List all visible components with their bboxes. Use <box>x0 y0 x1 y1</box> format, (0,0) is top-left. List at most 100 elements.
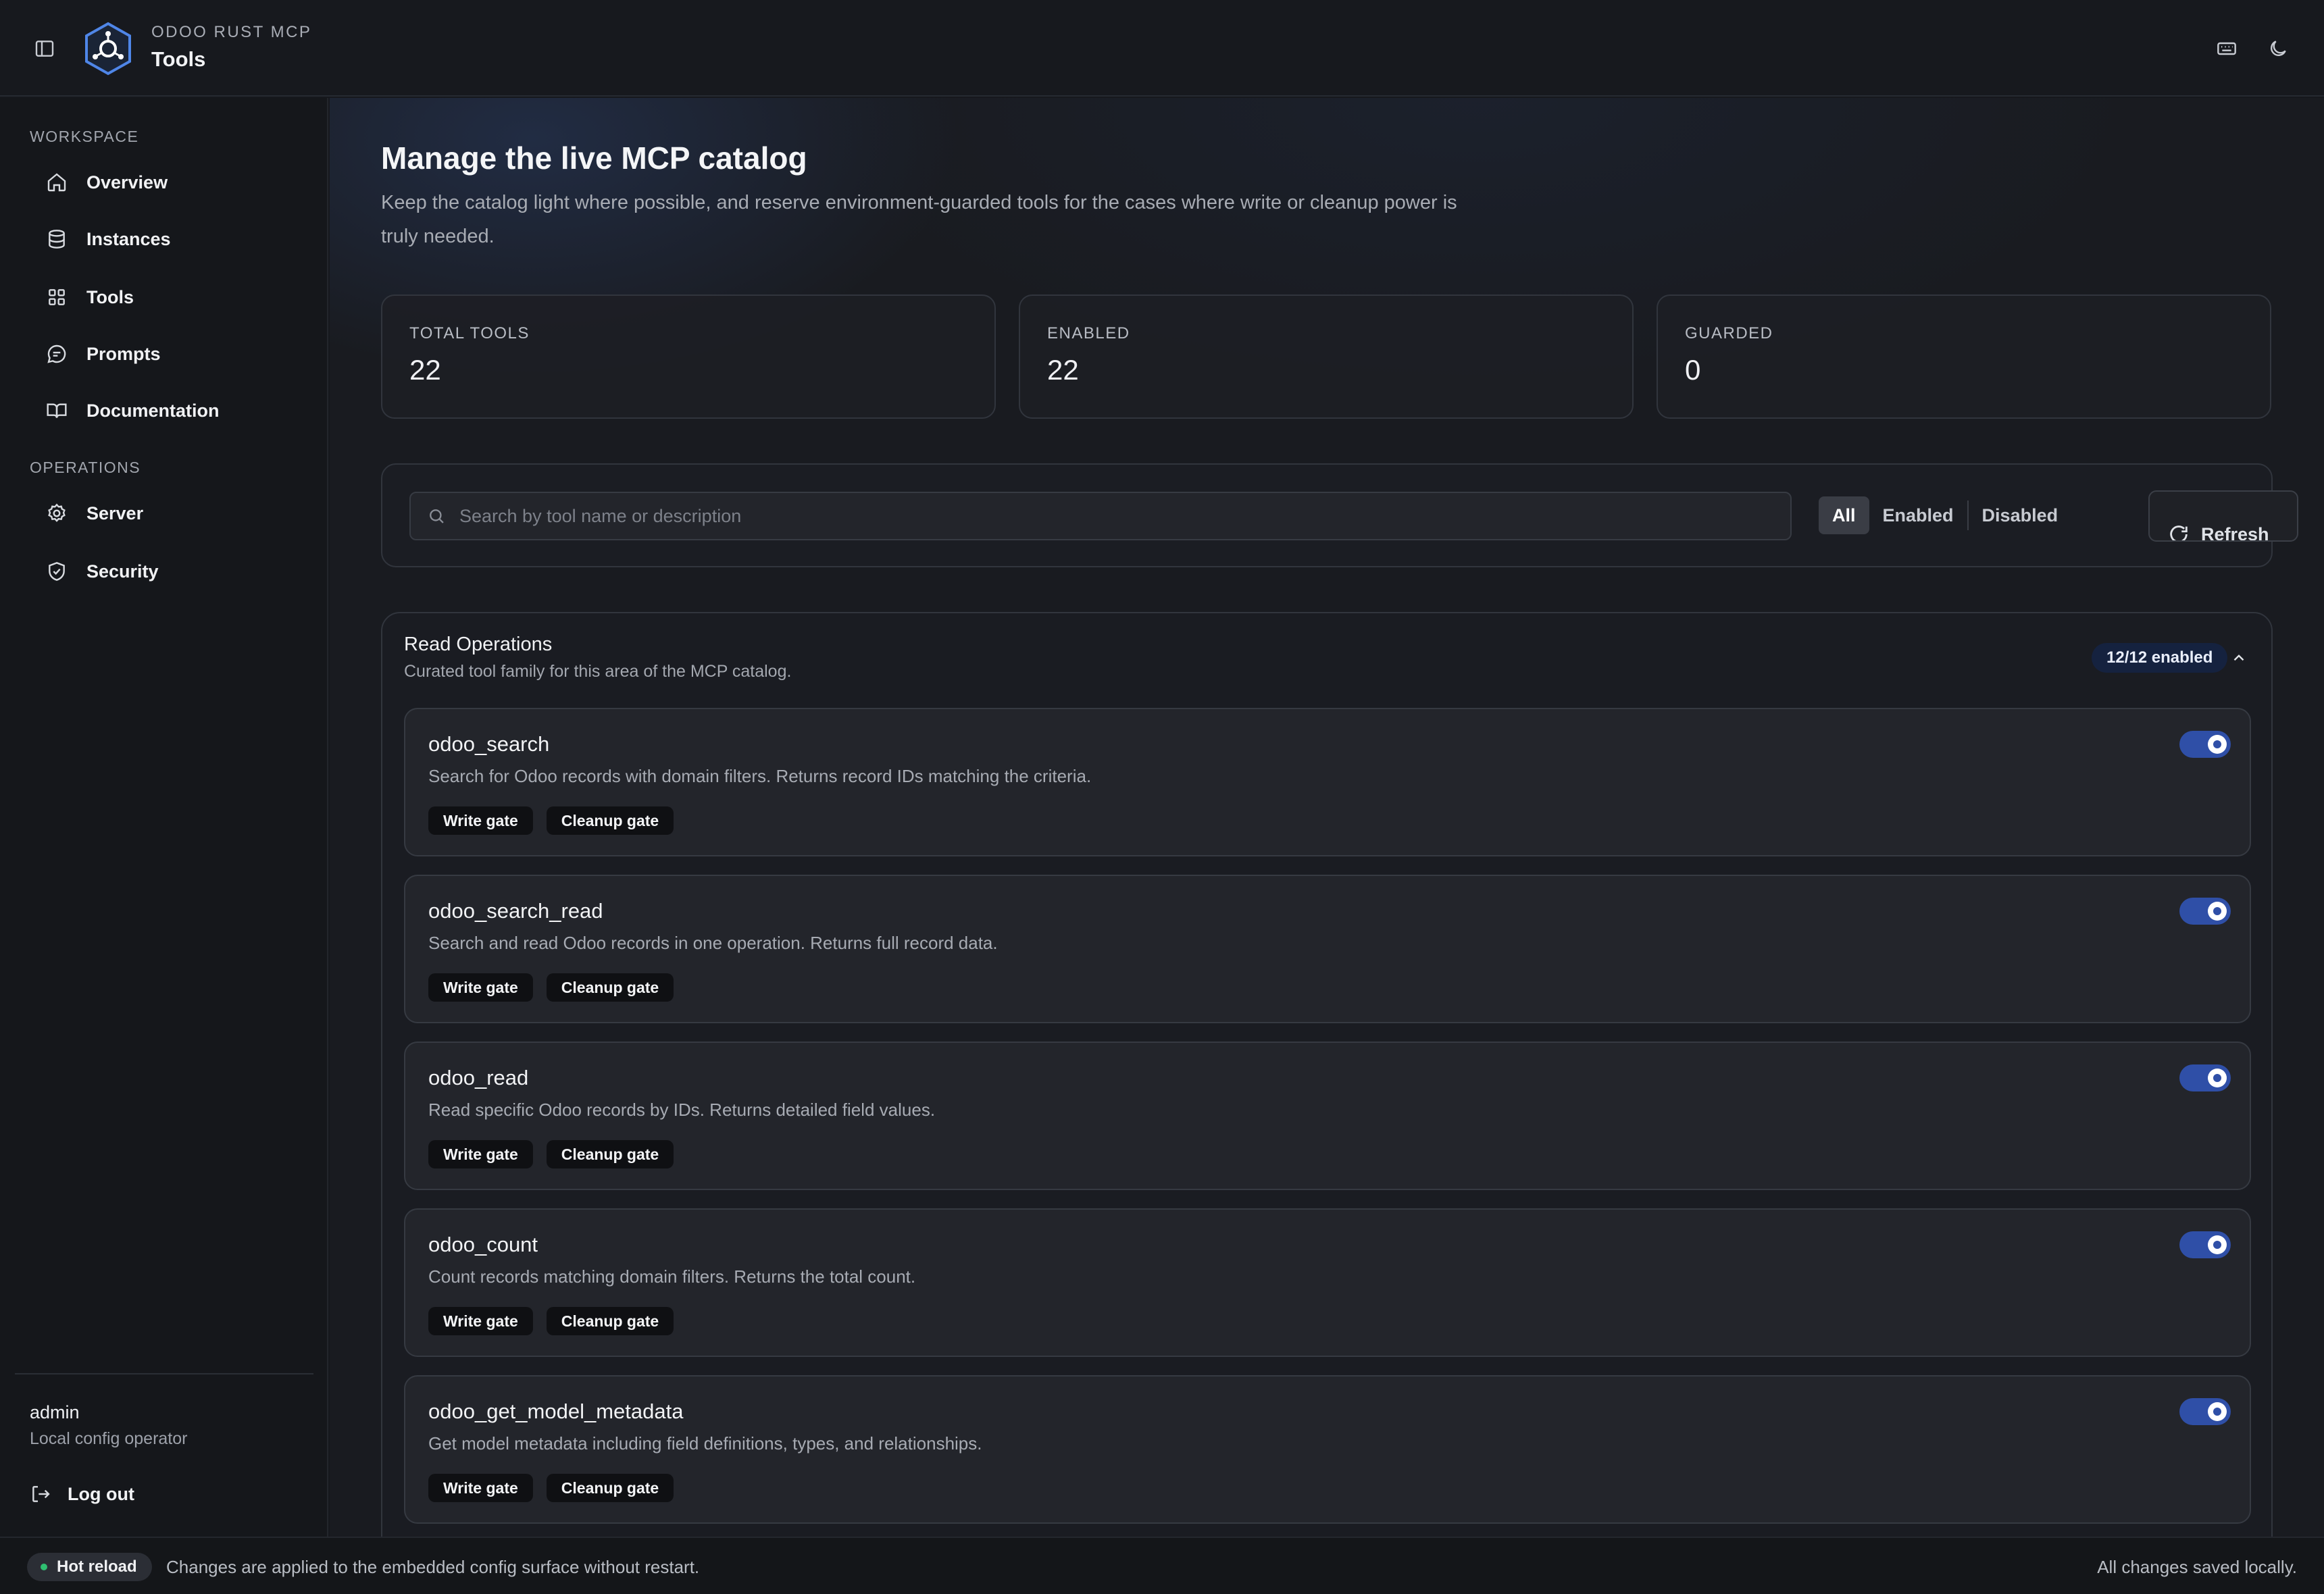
search-input[interactable] <box>459 505 1743 527</box>
refresh-button[interactable]: Refresh <box>2148 490 2298 542</box>
tag-cleanup-gate: Cleanup gate <box>546 806 674 835</box>
brand-name: ODOO RUST MCP <box>151 23 312 41</box>
sidebar-item-label: Tools <box>86 286 134 307</box>
tool-tags: Write gate Cleanup gate <box>428 806 674 835</box>
refresh-icon <box>2167 523 2190 540</box>
sidebar-item-label: Documentation <box>86 400 220 421</box>
tag-write-gate: Write gate <box>428 1140 533 1168</box>
tool-card-odoo-count: odoo_count Count records matching domain… <box>404 1208 2251 1357</box>
nav-section-operations: OPERATIONS <box>30 459 141 476</box>
toggle-knob <box>2208 902 2227 921</box>
stat-card-guarded: GUARDED 0 <box>1657 294 2271 419</box>
search-icon <box>424 504 449 528</box>
filter-disabled[interactable]: Disabled <box>1969 496 2072 534</box>
stat-value: 0 <box>1685 354 1701 386</box>
status-footer: Hot reload Changes are applied to the em… <box>0 1537 2324 1594</box>
logout-label: Log out <box>68 1483 134 1504</box>
sidebar-item-prompts[interactable]: Prompts <box>30 332 307 376</box>
search-box <box>409 492 1792 540</box>
sidebar-item-label: Instances <box>86 228 171 249</box>
chevron-up-icon[interactable] <box>2224 643 2254 673</box>
tag-write-gate: Write gate <box>428 973 533 1002</box>
tool-enabled-toggle[interactable] <box>2179 898 2231 925</box>
tool-card-odoo-get-model-metadata: odoo_get_model_metadata Get model metada… <box>404 1375 2251 1524</box>
filter-bar: All Enabled Disabled Refresh <box>381 463 2298 567</box>
sidebar-toggle-icon[interactable] <box>31 35 58 62</box>
sidebar-item-security[interactable]: Security <box>30 550 307 593</box>
toggle-knob <box>2208 1235 2227 1254</box>
logo <box>84 22 132 76</box>
tool-tags: Write gate Cleanup gate <box>428 1474 674 1502</box>
status-dot-icon <box>41 1564 47 1570</box>
tool-name: odoo_count <box>428 1233 538 1256</box>
save-status: All changes saved locally. <box>2097 1557 2297 1577</box>
tool-enabled-toggle[interactable] <box>2179 1398 2231 1425</box>
sidebar-item-overview[interactable]: Overview <box>30 161 307 204</box>
toggle-knob <box>2208 1402 2227 1421</box>
moon-icon[interactable] <box>2265 35 2292 62</box>
tag-write-gate: Write gate <box>428 806 533 835</box>
sidebar: WORKSPACE Overview Instances Tools Promp… <box>0 98 328 1537</box>
nav-section-workspace: WORKSPACE <box>30 128 139 145</box>
tag-write-gate: Write gate <box>428 1474 533 1502</box>
stat-card-enabled: ENABLED 22 <box>1019 294 1634 419</box>
tool-enabled-toggle[interactable] <box>2179 1064 2231 1091</box>
sidebar-item-tools[interactable]: Tools <box>30 276 307 319</box>
page-description: Keep the catalog light where possible, a… <box>381 192 1457 247</box>
tool-description: Get model metadata including field defin… <box>428 1433 982 1454</box>
user-role: Local config operator <box>30 1429 188 1448</box>
sidebar-item-server[interactable]: Server <box>30 492 307 535</box>
sidebar-item-documentation[interactable]: Documentation <box>30 389 307 432</box>
chat-icon <box>43 340 70 367</box>
tool-tags: Write gate Cleanup gate <box>428 973 674 1002</box>
tool-name: odoo_get_model_metadata <box>428 1399 684 1423</box>
sidebar-item-label: Security <box>86 561 159 582</box>
stat-value: 22 <box>409 354 441 386</box>
sidebar-item-instances[interactable]: Instances <box>30 217 307 261</box>
tool-tags: Write gate Cleanup gate <box>428 1140 674 1168</box>
tool-tags: Write gate Cleanup gate <box>428 1307 674 1335</box>
hot-reload-badge: Hot reload <box>27 1553 152 1581</box>
top-bar: ODOO RUST MCP Tools <box>0 0 2324 97</box>
tool-description: Search for Odoo records with domain filt… <box>428 766 1092 786</box>
book-icon <box>43 397 70 424</box>
tag-cleanup-gate: Cleanup gate <box>546 1307 674 1335</box>
filter-all[interactable]: All <box>1819 496 1869 534</box>
tag-cleanup-gate: Cleanup gate <box>546 1140 674 1168</box>
tag-cleanup-gate: Cleanup gate <box>546 973 674 1002</box>
tag-write-gate: Write gate <box>428 1307 533 1335</box>
shield-icon <box>43 558 70 585</box>
tool-enabled-toggle[interactable] <box>2179 1231 2231 1258</box>
gear-icon <box>43 500 70 527</box>
tool-card-odoo-search-read: odoo_search_read Search and read Odoo re… <box>404 875 2251 1023</box>
toggle-knob <box>2208 735 2227 754</box>
stat-label: TOTAL TOOLS <box>409 324 530 342</box>
database-icon <box>43 226 70 253</box>
tool-card-odoo-read: odoo_read Read specific Odoo records by … <box>404 1042 2251 1190</box>
tool-enabled-toggle[interactable] <box>2179 731 2231 758</box>
tool-name: odoo_search <box>428 732 550 756</box>
page-title-header: Tools <box>151 47 206 71</box>
stat-label: GUARDED <box>1685 324 1773 342</box>
tool-card-odoo-search: odoo_search Search for Odoo records with… <box>404 708 2251 856</box>
refresh-label: Refresh <box>2201 524 2269 542</box>
logout-button[interactable]: Log out <box>30 1475 232 1513</box>
enabled-count-badge: 12/12 enabled <box>2092 643 2228 673</box>
sidebar-item-label: Prompts <box>86 343 161 364</box>
home-icon <box>43 169 70 196</box>
group-title: Read Operations <box>404 634 553 655</box>
tag-cleanup-gate: Cleanup gate <box>546 1474 674 1502</box>
logout-icon <box>30 1483 51 1505</box>
footer-message: Changes are applied to the embedded conf… <box>166 1557 700 1577</box>
grid-icon <box>43 284 70 311</box>
tool-description: Search and read Odoo records in one oper… <box>428 933 998 953</box>
page-title: Manage the live MCP catalog <box>381 140 807 176</box>
tool-name: odoo_read <box>428 1066 529 1089</box>
filter-enabled[interactable]: Enabled <box>1869 496 1967 534</box>
sidebar-item-label: Server <box>86 503 144 523</box>
keyboard-icon[interactable] <box>2213 35 2240 62</box>
stat-label: ENABLED <box>1047 324 1130 342</box>
tool-description: Read specific Odoo records by IDs. Retur… <box>428 1100 936 1120</box>
user-name: admin <box>30 1402 80 1422</box>
status-filter: All Enabled Disabled <box>1819 493 2071 538</box>
